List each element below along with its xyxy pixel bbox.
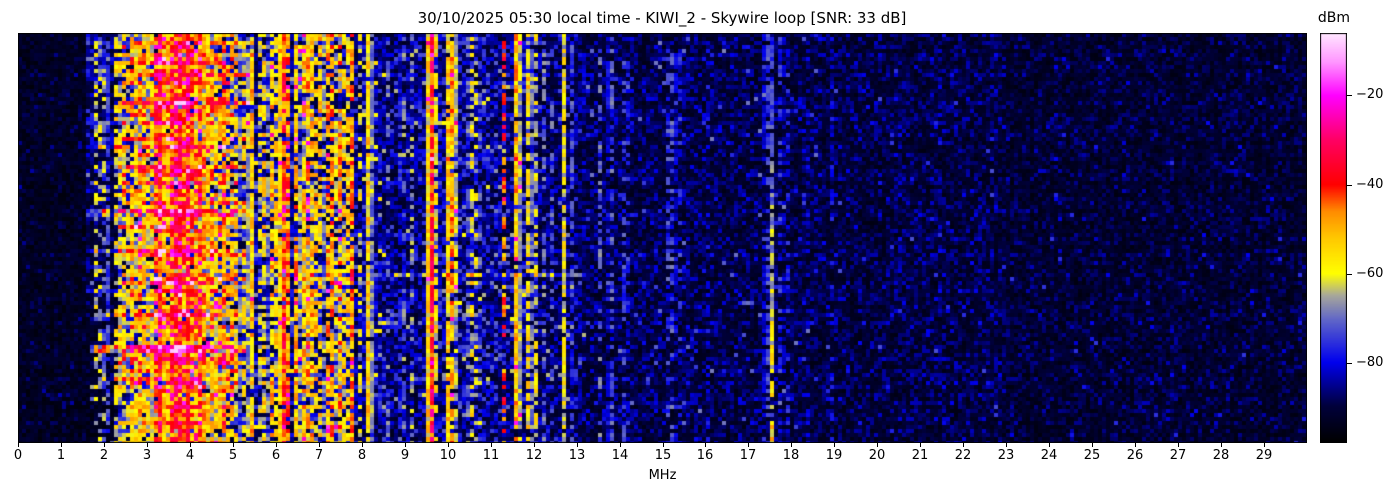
x-tick-label: 4 xyxy=(185,448,195,463)
colorbar-tick-label: −80 xyxy=(1356,355,1384,370)
x-tick-mark xyxy=(104,443,105,447)
spectrogram-figure: 30/10/2025 05:30 local time - KIWI_2 - S… xyxy=(0,0,1400,500)
x-tick-label: 6 xyxy=(271,448,281,463)
x-tick-mark xyxy=(190,443,191,447)
x-tick-mark xyxy=(620,443,621,447)
spectrogram-canvas xyxy=(18,33,1307,443)
colorbar-title: dBm xyxy=(1317,10,1351,26)
x-tick-mark xyxy=(1006,443,1007,447)
x-tick-label: 10 xyxy=(439,448,457,463)
x-tick-label: 8 xyxy=(357,448,367,463)
x-tick-mark xyxy=(18,443,19,447)
x-tick-mark xyxy=(448,443,449,447)
colorbar-tick-mark xyxy=(1347,274,1352,275)
x-tick-label: 17 xyxy=(739,448,757,463)
colorbar-tick-mark xyxy=(1347,185,1352,186)
x-tick-mark xyxy=(1221,443,1222,447)
colorbar-tick-mark xyxy=(1347,363,1352,364)
x-tick-label: 7 xyxy=(314,448,324,463)
x-tick-label: 21 xyxy=(911,448,929,463)
x-tick-mark xyxy=(877,443,878,447)
x-tick-label: 11 xyxy=(482,448,500,463)
x-tick-mark xyxy=(147,443,148,447)
x-tick-mark xyxy=(405,443,406,447)
x-tick-mark xyxy=(920,443,921,447)
x-tick-mark xyxy=(1178,443,1179,447)
x-tick-mark xyxy=(963,443,964,447)
x-tick-label: 2 xyxy=(99,448,109,463)
x-tick-label: 5 xyxy=(228,448,238,463)
x-tick-label: 27 xyxy=(1169,448,1187,463)
x-tick-label: 15 xyxy=(654,448,672,463)
x-axis-label: MHz xyxy=(648,468,677,483)
x-tick-label: 20 xyxy=(868,448,886,463)
x-tick-mark xyxy=(663,443,664,447)
x-tick-mark xyxy=(705,443,706,447)
x-tick-mark xyxy=(748,443,749,447)
x-tick-label: 22 xyxy=(954,448,972,463)
x-tick-label: 18 xyxy=(782,448,800,463)
x-tick-mark xyxy=(577,443,578,447)
x-tick-label: 26 xyxy=(1126,448,1144,463)
colorbar-tick-label: −20 xyxy=(1356,87,1384,102)
x-tick-label: 3 xyxy=(142,448,152,463)
colorbar-tick-label: −40 xyxy=(1356,177,1384,192)
x-tick-label: 23 xyxy=(997,448,1015,463)
colorbar-canvas xyxy=(1320,33,1347,443)
chart-title: 30/10/2025 05:30 local time - KIWI_2 - S… xyxy=(417,9,907,27)
x-tick-mark xyxy=(61,443,62,447)
x-tick-label: 1 xyxy=(56,448,66,463)
x-tick-label: 19 xyxy=(825,448,843,463)
x-tick-mark xyxy=(534,443,535,447)
x-tick-mark xyxy=(233,443,234,447)
x-tick-mark xyxy=(791,443,792,447)
x-tick-label: 29 xyxy=(1255,448,1273,463)
x-tick-label: 28 xyxy=(1212,448,1230,463)
x-tick-mark xyxy=(1135,443,1136,447)
colorbar-tick-label: −60 xyxy=(1356,266,1384,281)
x-tick-mark xyxy=(362,443,363,447)
x-tick-mark xyxy=(834,443,835,447)
x-tick-mark xyxy=(491,443,492,447)
x-tick-label: 16 xyxy=(696,448,714,463)
x-tick-label: 9 xyxy=(400,448,410,463)
x-tick-label: 13 xyxy=(568,448,586,463)
x-tick-mark xyxy=(1049,443,1050,447)
x-tick-mark xyxy=(319,443,320,447)
x-tick-label: 0 xyxy=(13,448,23,463)
x-tick-mark xyxy=(1092,443,1093,447)
x-tick-mark xyxy=(276,443,277,447)
x-tick-mark xyxy=(1264,443,1265,447)
x-tick-label: 24 xyxy=(1040,448,1058,463)
x-tick-label: 25 xyxy=(1083,448,1101,463)
x-tick-label: 14 xyxy=(611,448,629,463)
colorbar-tick-mark xyxy=(1347,95,1352,96)
x-tick-label: 12 xyxy=(525,448,543,463)
